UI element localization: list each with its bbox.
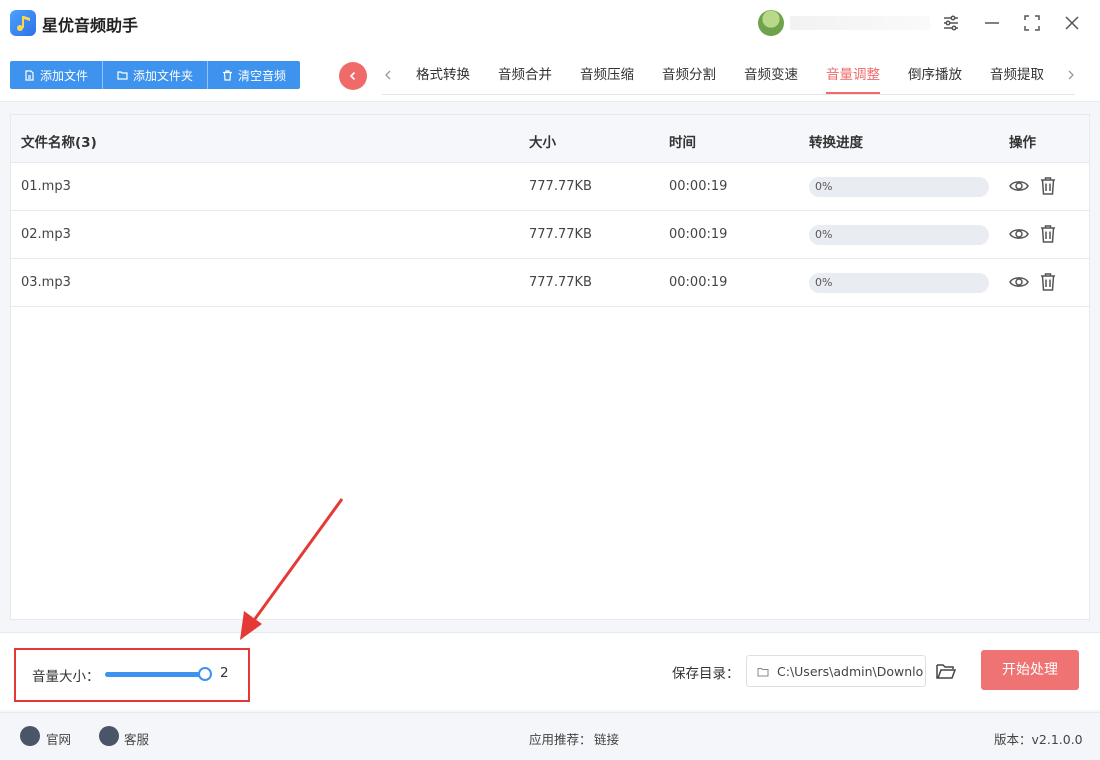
progress-text: 0% [815, 276, 833, 289]
minimize-icon[interactable] [981, 12, 1003, 34]
progress-bar: 0% [809, 225, 989, 245]
file-duration: 00:00:19 [669, 275, 728, 290]
clear-audio-button[interactable]: 清空音频 [208, 61, 301, 89]
add-folder-label: 添加文件夹 [133, 68, 194, 83]
progress-bar: 0% [809, 177, 989, 197]
open-folder-icon[interactable] [934, 659, 958, 683]
file-size: 777.77KB [529, 227, 592, 242]
back-button[interactable] [339, 62, 367, 90]
file-name: 01.mp3 [21, 179, 71, 194]
delete-icon[interactable] [1037, 271, 1059, 293]
folder-icon [117, 70, 128, 80]
user-avatar[interactable] [758, 10, 784, 36]
add-folder-button[interactable]: 添加文件夹 [103, 61, 209, 89]
delete-icon[interactable] [1037, 223, 1059, 245]
tabs-scroll-left-icon[interactable] [381, 68, 395, 82]
chat-bubble-icon[interactable] [99, 726, 119, 746]
file-size: 777.77KB [529, 275, 592, 290]
save-dir-label: 保存目录： [672, 666, 740, 682]
toolbar: 添加文件 添加文件夹 清空音频 格式转换 音频合并 音频压缩 音频分割 音频变速… [0, 48, 1100, 102]
ie-icon[interactable] [20, 726, 40, 746]
file-name: 02.mp3 [21, 227, 71, 242]
title-bar: 星优音频助手 [0, 0, 1100, 48]
add-file-button[interactable]: 添加文件 [10, 61, 104, 89]
add-file-label: 添加文件 [40, 68, 89, 83]
table-row[interactable]: 01.mp3 777.77KB 00:00:19 0% [11, 163, 1089, 211]
version-text: 版本：v2.1.0.0 [994, 732, 1083, 747]
recommend-link[interactable]: 链接 [594, 729, 619, 748]
chevron-left-icon [349, 71, 356, 81]
volume-label: 音量大小： [32, 669, 100, 685]
start-processing-button[interactable]: 开始处理 [981, 650, 1079, 690]
trash-icon [223, 69, 233, 81]
clear-audio-label: 清空音频 [238, 68, 287, 83]
delete-icon[interactable] [1037, 175, 1059, 197]
header-file-name: 文件名称(3) [21, 135, 97, 151]
volume-slider-handle[interactable] [198, 667, 212, 681]
footer: 官网 客服 应用推荐： 链接 版本：v2.1.0.0 [0, 712, 1100, 760]
file-duration: 00:00:19 [669, 227, 728, 242]
eye-icon[interactable] [1008, 175, 1030, 197]
file-duration: 00:00:19 [669, 179, 728, 194]
volume-slider-fill [105, 672, 205, 677]
file-table: 文件名称(3) 大小 时间 转换进度 操作 01.mp3 777.77KB 00… [10, 114, 1090, 620]
table-row[interactable]: 03.mp3 777.77KB 00:00:19 0% [11, 259, 1089, 307]
header-size: 大小 [529, 135, 556, 151]
maximize-icon[interactable] [1021, 12, 1043, 34]
tabs-scroll-right-icon[interactable] [1064, 68, 1078, 82]
file-icon [25, 69, 34, 81]
table-row[interactable]: 02.mp3 777.77KB 00:00:19 0% [11, 211, 1089, 259]
app-logo-icon [10, 10, 36, 36]
recommend-label: 应用推荐： [529, 732, 592, 747]
official-site-link[interactable]: 官网 [46, 729, 71, 748]
settings-sliders-icon[interactable] [940, 12, 962, 34]
header-progress: 转换进度 [809, 135, 863, 151]
progress-bar: 0% [809, 273, 989, 293]
eye-icon[interactable] [1008, 271, 1030, 293]
header-time: 时间 [669, 135, 696, 151]
folder-outline-icon [757, 668, 769, 677]
support-link[interactable]: 客服 [124, 729, 149, 748]
progress-text: 0% [815, 180, 833, 193]
app-title: 星优音频助手 [42, 16, 139, 35]
file-name: 03.mp3 [21, 275, 71, 290]
annotation-arrow [240, 498, 344, 640]
save-path-input[interactable]: C:\Users\admin\Downlo [746, 655, 926, 687]
file-size: 777.77KB [529, 179, 592, 194]
close-icon[interactable] [1061, 12, 1083, 34]
header-actions: 操作 [1009, 135, 1036, 151]
save-path-text: C:\Users\admin\Downlo [777, 664, 924, 679]
progress-text: 0% [815, 228, 833, 241]
file-button-group: 添加文件 添加文件夹 清空音频 [10, 61, 301, 89]
volume-value: 2 [220, 665, 229, 681]
eye-icon[interactable] [1008, 223, 1030, 245]
user-name-blurred [790, 16, 930, 30]
volume-slider[interactable] [105, 667, 212, 681]
tabs-divider [382, 94, 1075, 95]
table-header: 文件名称(3) 大小 时间 转换进度 操作 [11, 115, 1089, 163]
